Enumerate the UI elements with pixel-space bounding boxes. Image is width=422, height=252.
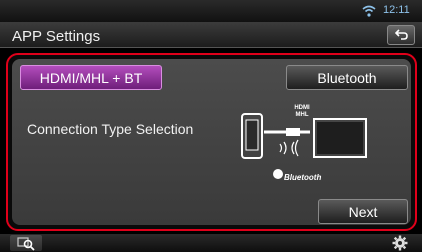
status-bar: 12:11 — [0, 0, 422, 22]
next-button[interactable]: Next — [318, 199, 408, 224]
page-title: APP Settings — [12, 28, 101, 45]
connection-type-label: Connection Type Selection — [27, 121, 194, 137]
gear-icon[interactable] — [390, 235, 410, 251]
back-button[interactable] — [387, 25, 415, 45]
title-bar: APP Settings — [0, 22, 422, 48]
hdmi-logo-text: HDMI MHL — [294, 105, 310, 118]
settings-panel-inner: HDMI/MHL + BT Bluetooth Connection Type … — [12, 59, 411, 225]
wireless-icon — [279, 139, 299, 157]
hdmi-cable-icon — [286, 128, 300, 136]
wifi-icon — [362, 5, 376, 17]
search-icon[interactable] — [10, 235, 42, 251]
hdmi-mhl-bt-button[interactable]: HDMI/MHL + BT — [20, 65, 162, 90]
bluetooth-button[interactable]: Bluetooth — [286, 65, 408, 90]
clock: 12:11 — [383, 4, 410, 16]
bluetooth-logo-text: Bluetooth — [284, 173, 322, 182]
settings-panel: HDMI/MHL + BT Bluetooth Connection Type … — [6, 53, 417, 231]
bottom-bar — [0, 234, 422, 252]
search-glyph-icon — [17, 237, 35, 251]
back-arrow-icon — [395, 29, 408, 40]
bluetooth-logo-icon — [273, 169, 283, 179]
